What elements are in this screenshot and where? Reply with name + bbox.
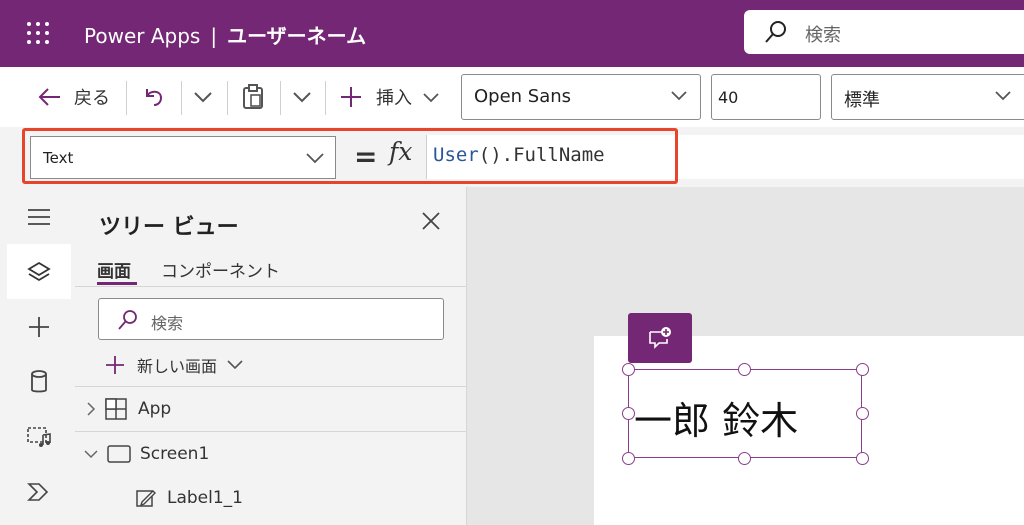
rail-tree-view-button[interactable] — [7, 244, 71, 299]
flow-icon — [27, 482, 49, 501]
divider — [75, 286, 466, 287]
layers-icon — [27, 261, 51, 281]
tree-item-label: Screen1 — [140, 444, 210, 464]
screen-icon — [107, 445, 131, 463]
resize-handle[interactable] — [622, 407, 635, 420]
left-rail — [0, 187, 75, 525]
divider — [181, 81, 182, 115]
tree-item-label1-1[interactable]: Label1_1 — [75, 476, 466, 520]
tab-components[interactable]: コンポーネント — [161, 257, 280, 282]
app-icon — [105, 398, 127, 420]
chevron-down-icon — [423, 92, 439, 102]
insert-label: 挿入 — [376, 88, 412, 109]
rail-insert-button[interactable] — [7, 299, 71, 354]
global-search-placeholder: 検索 — [805, 25, 841, 46]
rail-menu-button[interactable] — [7, 189, 71, 244]
app-header: Power Apps | ユーザーネーム 検索 — [0, 0, 1024, 67]
add-comment-button[interactable] — [628, 313, 692, 363]
app-launcher-icon[interactable] — [27, 22, 49, 44]
resize-handle[interactable] — [856, 363, 869, 376]
font-weight-dropdown[interactable]: 標準 — [831, 74, 1024, 120]
rail-data-button[interactable] — [7, 354, 71, 409]
resize-handle[interactable] — [856, 452, 869, 465]
plus-icon — [106, 356, 124, 374]
global-search-box[interactable]: 検索 — [744, 10, 1024, 54]
clipboard-icon — [243, 84, 263, 109]
close-icon[interactable] — [421, 211, 441, 231]
tree-item-label: Label1_1 — [167, 488, 243, 508]
chevron-down-icon — [227, 360, 243, 370]
command-bar: 戻る 挿入 Open Sans 40 標準 — [0, 67, 1024, 127]
tree-item-screen1[interactable]: Screen1 — [75, 432, 466, 476]
title-separator: | — [210, 24, 218, 48]
tree-item-label: App — [138, 399, 172, 419]
insert-button[interactable]: 挿入 — [340, 81, 440, 113]
app-name: ユーザーネーム — [227, 24, 367, 48]
tree-item-app[interactable]: App — [75, 387, 466, 431]
back-arrow-icon — [38, 88, 60, 106]
label-text: 一郎 鈴木 — [634, 399, 799, 443]
resize-handle[interactable] — [622, 363, 635, 376]
app-title: Power Apps | ユーザーネーム — [84, 20, 366, 49]
resize-handle[interactable] — [738, 452, 751, 465]
property-value: Text — [43, 149, 74, 167]
chevron-down-icon — [671, 91, 687, 101]
resize-handle[interactable] — [622, 452, 635, 465]
rail-media-button[interactable] — [7, 409, 71, 464]
divider — [325, 81, 326, 115]
divider — [280, 81, 281, 115]
chevron-down-icon — [995, 91, 1011, 101]
formula-function: User — [433, 144, 479, 166]
active-tab-indicator — [97, 282, 137, 285]
font-family-dropdown[interactable]: Open Sans — [461, 74, 701, 120]
resize-handle[interactable] — [856, 407, 869, 420]
paste-menu-button[interactable] — [292, 81, 312, 113]
font-weight-value: 標準 — [844, 90, 880, 111]
divider — [126, 81, 127, 115]
chevron-down-icon[interactable] — [84, 449, 98, 459]
tab-screens[interactable]: 画面 — [97, 257, 131, 282]
divider — [227, 81, 228, 115]
chevron-right-icon[interactable] — [86, 402, 96, 416]
formula-rest: ().FullName — [478, 144, 605, 166]
undo-icon — [146, 89, 163, 106]
back-label: 戻る — [74, 88, 110, 109]
media-icon — [27, 426, 51, 447]
search-icon — [118, 310, 137, 330]
tree-search-input[interactable]: 検索 — [98, 298, 444, 340]
panel-title: ツリー ビュー — [99, 215, 239, 240]
chevron-down-icon — [194, 92, 212, 103]
undo-menu-button[interactable] — [193, 81, 213, 113]
database-icon — [31, 369, 47, 392]
resize-handle[interactable] — [738, 363, 751, 376]
hamburger-icon — [28, 208, 50, 225]
tree-search-placeholder: 検索 — [151, 314, 184, 333]
fx-icon[interactable]: fx — [389, 137, 412, 166]
new-screen-button[interactable]: 新しい画面 — [105, 351, 243, 379]
equals-sign: = — [354, 140, 378, 173]
product-name: Power Apps — [84, 24, 201, 48]
paste-button[interactable] — [242, 81, 264, 113]
plus-icon — [341, 87, 361, 107]
font-size-value: 40 — [718, 88, 739, 107]
chevron-down-icon — [306, 153, 324, 164]
font-size-input[interactable]: 40 — [711, 74, 821, 120]
search-icon — [765, 21, 786, 43]
tree-view-panel: ツリー ビュー 画面 コンポーネント 検索 新しい画面 App Screen1 … — [75, 187, 467, 525]
plus-icon — [29, 316, 49, 337]
rail-power-automate-button[interactable] — [7, 464, 71, 519]
label-edit-icon — [136, 490, 156, 507]
property-dropdown[interactable]: Text — [30, 136, 336, 179]
formula-text: User().FullName — [433, 144, 605, 166]
add-comment-icon — [649, 327, 671, 349]
chevron-down-icon — [293, 92, 311, 103]
font-family-value: Open Sans — [474, 86, 572, 107]
back-button[interactable]: 戻る — [38, 81, 110, 113]
formula-input[interactable]: User().FullName — [426, 135, 1024, 179]
undo-button[interactable] — [143, 81, 165, 113]
new-screen-label: 新しい画面 — [137, 357, 218, 376]
